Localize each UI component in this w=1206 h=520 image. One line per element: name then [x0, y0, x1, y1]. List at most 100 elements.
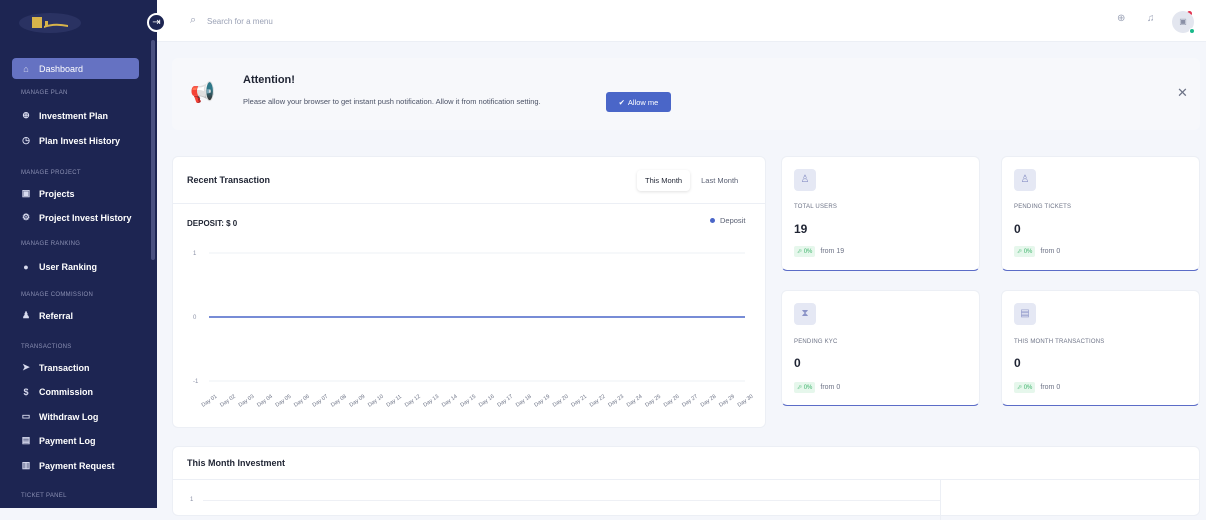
sidebar-item-label: Referral [39, 310, 74, 321]
x-tick-label: Day 26 [663, 394, 681, 409]
x-tick-label: Day 05 [275, 394, 293, 409]
sidebar-item-projects[interactable]: ▣ Projects [12, 183, 139, 204]
trend-from: from 19 [820, 248, 845, 255]
language-icon[interactable]: ⊕ [1117, 13, 1125, 24]
push-notification-alert: 📢 Attention! Please allow your browser t… [172, 58, 1200, 130]
collapse-icon[interactable]: ⇥ [147, 13, 166, 32]
card-divider [173, 479, 1199, 480]
x-tick-label: Day 03 [238, 394, 256, 409]
sidebar-item-transaction[interactable]: ➤ Transaction [12, 357, 139, 378]
search-icon: ⌕ [190, 14, 197, 26]
section-manage-ranking: MANAGE RANKING [21, 241, 81, 247]
grid-line [203, 500, 940, 501]
x-tick-label: Day 15 [459, 394, 477, 409]
x-tick-label: Day 25 [644, 394, 662, 409]
x-tick-label: Day 06 [293, 394, 311, 409]
sidebar-item-payment-request[interactable]: ▥ Payment Request [12, 455, 139, 476]
sidebar: ⌂ Dashboard MANAGE PLAN ⊕ Investment Pla… [0, 0, 157, 508]
request-icon: ▥ [21, 460, 31, 470]
x-tick-label: Day 28 [700, 394, 718, 409]
sidebar-item-dashboard[interactable]: ⌂ Dashboard [12, 58, 139, 79]
ranking-icon: ● [23, 261, 29, 272]
stat-label: PENDING TICKETS [1014, 204, 1072, 210]
trend-from: from 0 [820, 384, 841, 391]
period-tabs: This Month Last Month [637, 170, 746, 191]
bell-icon[interactable]: ♫ [1147, 13, 1155, 24]
x-tick-label: Day 18 [515, 394, 533, 409]
x-tick-label: Day 13 [422, 394, 440, 409]
topbar: ⌕ ⊕ ♫ ▣ [157, 0, 1206, 42]
legend-label: Deposit [720, 216, 746, 225]
sidebar-item-withdraw-log[interactable]: ▭ Withdraw Log [12, 406, 139, 427]
trend-badge: ⬀ 0% [794, 246, 816, 257]
trend-badge: ⬀ 0% [1014, 382, 1036, 393]
stat-label: TOTAL USERS [794, 204, 838, 210]
search-input[interactable] [207, 13, 507, 29]
sidebar-item-label: Projects [39, 188, 75, 199]
sidebar-item-user-ranking[interactable]: ● User Ranking [12, 256, 139, 277]
x-tick-label: Day 07 [312, 394, 330, 409]
plan-icon: ⊕ [22, 110, 30, 120]
card-icon: ▤ [21, 435, 31, 445]
deposit-total: DEPOSIT: $ 0 [187, 219, 238, 228]
tab-this-month[interactable]: This Month [637, 170, 691, 191]
x-tick-label: Day 11 [386, 394, 403, 409]
tab-last-month[interactable]: Last Month [693, 170, 746, 191]
projects-icon: ▣ [21, 188, 31, 198]
card-icon: ▤ [1014, 303, 1036, 325]
stat-value: 0 [1014, 222, 1021, 236]
sidebar-item-label: Investment Plan [39, 110, 109, 121]
close-icon[interactable]: ✕ [1177, 85, 1188, 101]
stat-trend: ⬀ 0% from 0 [794, 382, 840, 393]
x-tick-label: Day 01 [201, 394, 219, 409]
stat-trend: ⬀ 0% from 19 [794, 246, 844, 257]
stat-label: PENDING KYC [794, 339, 838, 345]
sidebar-scrollbar[interactable] [151, 40, 155, 260]
alert-title: Attention! [243, 74, 295, 86]
allow-me-label: Allow me [627, 97, 659, 107]
section-manage-commission: MANAGE COMMISSION [21, 292, 94, 298]
sidebar-item-investment-plan[interactable]: ⊕ Investment Plan [12, 105, 139, 126]
x-tick-label: Day 10 [367, 394, 385, 409]
sidebar-item-label: User Ranking [39, 261, 98, 272]
sidebar-item-label: Transaction [39, 362, 90, 373]
legend-dot [710, 218, 715, 223]
x-tick-label: Day 22 [589, 394, 607, 409]
stat-value: 19 [794, 222, 808, 236]
x-tick-label: Day 24 [626, 394, 644, 409]
x-tick-label: Day 14 [441, 394, 459, 409]
x-tick-label: Day 21 [570, 394, 588, 409]
stat-card-pending-tickets: ♙ PENDING TICKETS 0 ⬀ 0% from 0 [1001, 156, 1200, 271]
sidebar-item-label: Commission [39, 386, 94, 397]
brand-logo[interactable] [18, 12, 82, 34]
alert-text: Please allow your browser to get instant… [243, 97, 541, 106]
x-tick-label: Day 23 [607, 394, 625, 409]
sidebar-item-label: Dashboard [39, 63, 84, 74]
recent-transaction-card: Recent Transaction This Month Last Month… [172, 156, 766, 428]
x-tick-label: Day 02 [219, 394, 237, 409]
trend-badge: ⬀ 0% [794, 382, 816, 393]
chart-legend: Deposit [710, 216, 745, 225]
sidebar-item-project-invest-history[interactable]: ⚙ Project Invest History [12, 207, 139, 228]
sidebar-item-label: Payment Request [39, 460, 115, 471]
x-tick-label: Day 29 [718, 394, 736, 409]
stat-value: 0 [794, 356, 801, 370]
sidebar-item-payment-log[interactable]: ▤ Payment Log [12, 430, 139, 451]
x-tick-label: Day 27 [681, 394, 699, 409]
stat-card-pending-kyc: ⧗ PENDING KYC 0 ⬀ 0% from 0 [781, 290, 980, 406]
sidebar-item-referral[interactable]: ♟ Referral [12, 305, 139, 326]
megaphone-icon: 📢 [190, 82, 215, 104]
send-icon: ➤ [22, 362, 30, 372]
section-manage-plan: MANAGE PLAN [21, 90, 68, 96]
allow-me-button[interactable]: ✔ Allow me [606, 92, 671, 112]
x-tick-label: Day 04 [256, 394, 274, 409]
user-icon: ♙ [1014, 169, 1036, 191]
online-status-dot [1189, 28, 1195, 34]
sidebar-item-commission[interactable]: $ Commission [12, 381, 139, 402]
card-title: This Month Investment [187, 458, 286, 468]
dollar-icon: $ [23, 386, 29, 397]
y-tick-label: 1 [190, 497, 194, 503]
stat-trend: ⬀ 0% from 0 [1014, 246, 1060, 257]
check-circle-icon: ✔ [618, 97, 625, 107]
sidebar-item-plan-invest-history[interactable]: ◷ Plan Invest History [12, 130, 139, 151]
